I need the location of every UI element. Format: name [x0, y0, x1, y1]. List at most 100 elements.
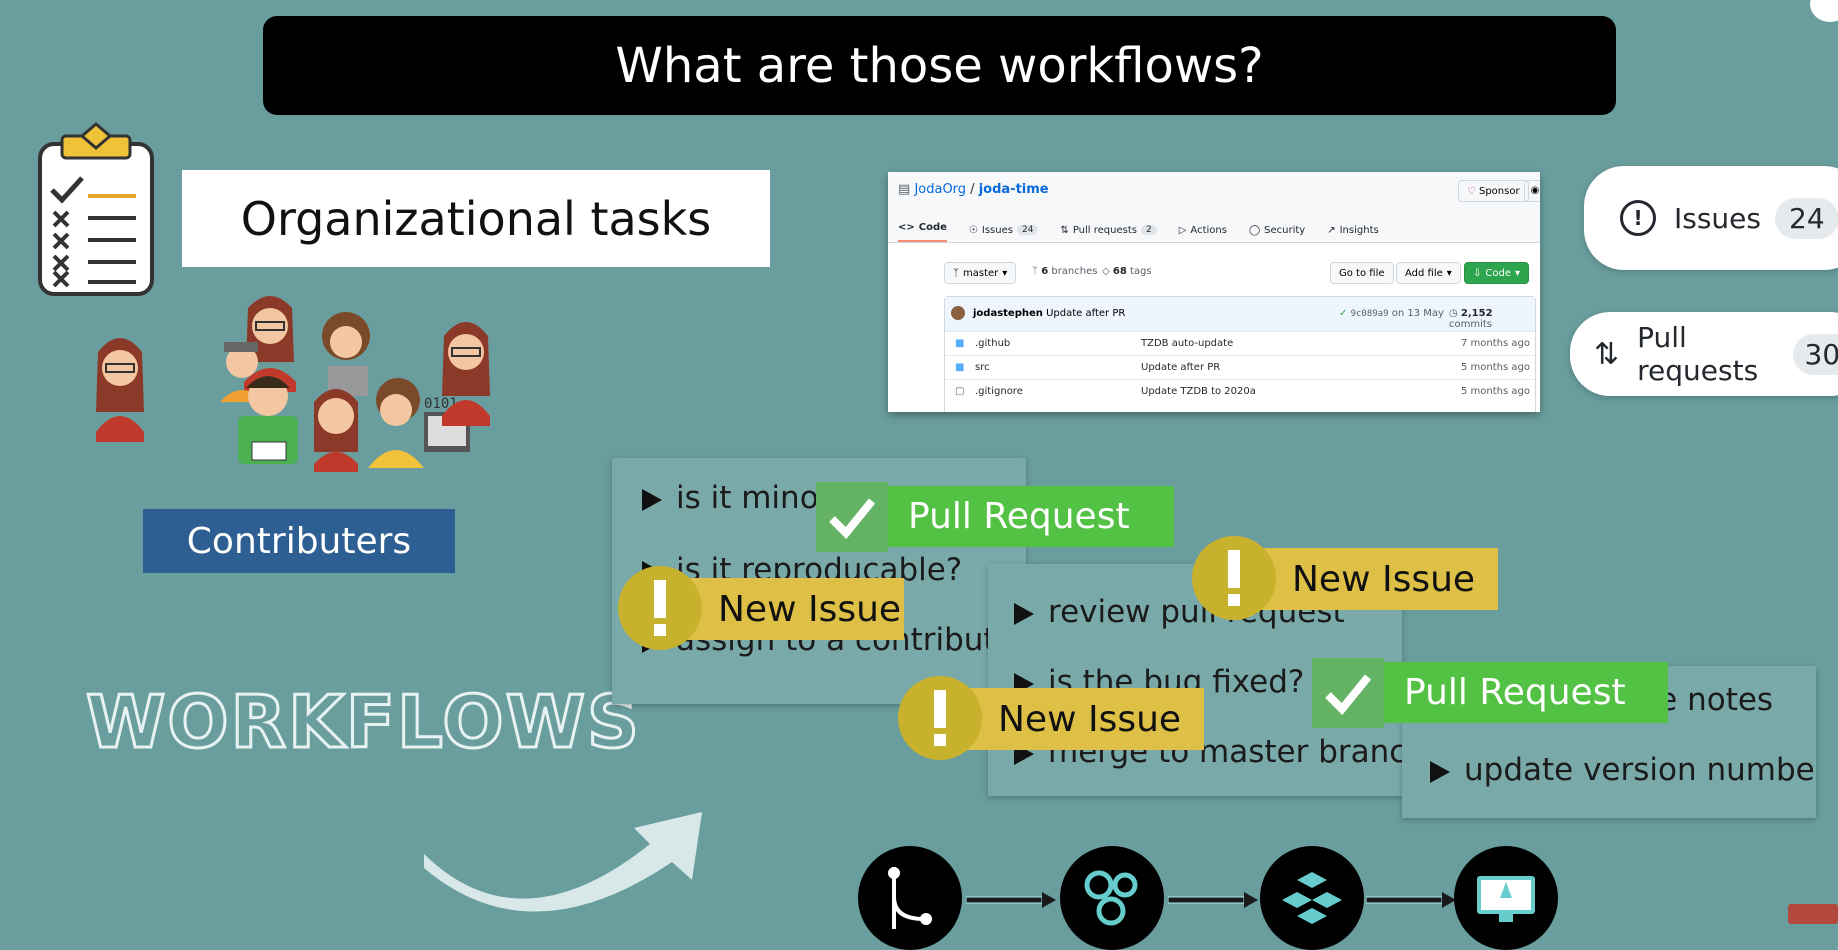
contributers-label: Contributers [143, 509, 455, 573]
pull-request-tag: Pull Request [816, 481, 1174, 552]
rocket-monitor-icon [1454, 846, 1558, 950]
new-issue-label: New Issue [668, 578, 904, 640]
sponsor-label: Sponsor [1478, 185, 1520, 197]
arrow-right-icon [1167, 892, 1258, 908]
file-row[interactable]: ■ src Update after PR 5 months ago [945, 355, 1535, 380]
bullet-triangle-icon [1014, 602, 1034, 625]
branches-label: branches [1051, 266, 1098, 277]
tab-security[interactable]: ◯ Security [1249, 218, 1305, 242]
contributors-illustration: 0101 [88, 292, 508, 482]
repo-name-link[interactable]: joda-time [979, 182, 1049, 197]
organizational-tasks-box: Organizational tasks [182, 170, 770, 267]
pr-count-badge: 2 [1140, 225, 1157, 235]
branches-count: 6 [1041, 266, 1049, 277]
tab-insights[interactable]: ↗ Insights [1327, 218, 1378, 242]
pull-requests-pill[interactable]: ⇅ Pull requests 301 [1570, 312, 1838, 396]
workflows-heading: WORKFLOWS [85, 679, 641, 766]
tab-code[interactable]: <> Code [898, 218, 947, 242]
code-download-button[interactable]: ⇩ Code ▾ [1464, 262, 1530, 284]
arrow-right-icon [1365, 892, 1456, 908]
gears-icon [1060, 846, 1164, 950]
history-icon: ◷ [1449, 308, 1458, 319]
graph-icon: ↗ [1327, 224, 1336, 236]
subscribe-watermark-icon[interactable] [1788, 904, 1838, 924]
pull-request-label: Pull Request [1384, 662, 1668, 723]
tab-label: Issues [981, 224, 1013, 236]
repo-owner-link[interactable]: JodaOrg [914, 182, 966, 197]
tags-label: tags [1130, 266, 1152, 277]
channel-avatar-icon[interactable] [1810, 0, 1838, 22]
tab-issues[interactable]: ☉ Issues 24 [969, 218, 1039, 242]
issues-pill-count: 24 [1775, 197, 1838, 239]
commit-message[interactable]: Update after PR [1046, 308, 1125, 319]
tab-label: Code [918, 221, 947, 233]
caret-down-icon: ▾ [1515, 267, 1521, 279]
step-text: update version number [1464, 752, 1816, 788]
eye-icon[interactable]: ◉ [1524, 180, 1540, 202]
bullet-triangle-icon [1430, 760, 1450, 783]
commit-date: on 13 May [1391, 308, 1444, 319]
file-commit-message[interactable]: Update after PR [1141, 362, 1220, 373]
file-row[interactable]: ■ .github TZDB auto-update 7 months ago [945, 331, 1535, 356]
tags-count: 68 [1112, 266, 1127, 277]
file-commit-message[interactable]: TZDB auto-update [1141, 338, 1233, 349]
commits-label: commits [1449, 319, 1493, 330]
commit-hash[interactable]: 9c089a9 [1351, 309, 1389, 319]
tab-actions[interactable]: ▷ Actions [1179, 218, 1227, 242]
file-name[interactable]: .gitignore [975, 386, 1023, 397]
path-separator: / [966, 182, 979, 197]
check-icon: ✓ [1339, 308, 1348, 319]
workflow-step: update version number [1430, 752, 1816, 788]
branch-name: master [963, 267, 999, 279]
check-icon [816, 481, 888, 552]
new-issue-tag: New Issue [898, 676, 1204, 760]
pr-pill-count: 301 [1792, 333, 1838, 375]
cubes-icon [1260, 846, 1364, 950]
commit-author[interactable]: jodastephen [973, 308, 1043, 319]
caret-down-icon: ▾ [1446, 267, 1452, 279]
play-icon: ▷ [1178, 224, 1187, 236]
file-row[interactable]: ▢ .gitignore Update TZDB to 2020a 5 mont… [945, 379, 1535, 404]
repo-icon: ▤ [898, 182, 911, 197]
tab-label: Pull requests [1072, 224, 1137, 236]
issue-icon: ☉ [968, 224, 978, 236]
go-to-file-button[interactable]: Go to file [1330, 262, 1394, 284]
new-issue-label: New Issue [1242, 548, 1498, 610]
commits-count: 2,152 [1460, 308, 1493, 319]
issue-icon: ! [1620, 200, 1656, 236]
issues-count-badge: 24 [1016, 225, 1039, 235]
clipboard-icon [36, 122, 156, 298]
file-commit-message[interactable]: Update TZDB to 2020a [1141, 386, 1256, 397]
file-age: 7 months ago [1461, 338, 1530, 349]
branch-select[interactable]: ᛉ master ▾ [944, 262, 1017, 284]
sponsor-button[interactable]: ♡ Sponsor [1458, 180, 1529, 202]
file-age: 5 months ago [1461, 386, 1530, 397]
add-file-label: Add file [1405, 267, 1443, 279]
caret-down-icon: ▾ [1002, 267, 1008, 279]
folder-icon: ■ [955, 362, 965, 373]
heart-icon: ♡ [1467, 185, 1476, 197]
tab-label: Actions [1190, 224, 1227, 236]
tags-link[interactable]: ◇ 68 tags [1102, 266, 1152, 277]
curved-arrow-icon [420, 808, 710, 932]
add-file-button[interactable]: Add file ▾ [1396, 262, 1461, 284]
commits-link[interactable]: ◷ 2,152 commits [1449, 308, 1535, 330]
branch-icon: ᛉ [953, 267, 959, 279]
file-table: jodastephen Update after PR ✓ 9c089a9 on… [944, 296, 1536, 412]
pull-request-icon: ⇅ [1060, 224, 1069, 236]
file-name[interactable]: src [975, 362, 990, 373]
code-icon: <> [898, 221, 915, 233]
branches-link[interactable]: ᛉ 6 branches [1032, 266, 1097, 277]
workflow-step: is it minor [642, 480, 831, 516]
pull-request-label: Pull Request [888, 486, 1174, 547]
tab-pull-requests[interactable]: ⇅ Pull requests 2 [1060, 218, 1157, 242]
branch-icon: ᛉ [1032, 266, 1038, 277]
repo-path[interactable]: ▤ JodaOrg / joda-time [898, 182, 1049, 197]
pull-request-tag: Pull Request [1312, 657, 1668, 728]
issues-pill[interactable]: ! Issues 24 [1584, 166, 1838, 270]
bullet-triangle-icon [642, 488, 662, 511]
github-repo-screenshot: ▤ JodaOrg / joda-time ♡ Sponsor ◉ <> Code … [888, 172, 1540, 412]
file-name[interactable]: .github [975, 338, 1010, 349]
download-icon: ⇩ [1473, 267, 1482, 279]
folder-icon: ■ [955, 338, 965, 349]
